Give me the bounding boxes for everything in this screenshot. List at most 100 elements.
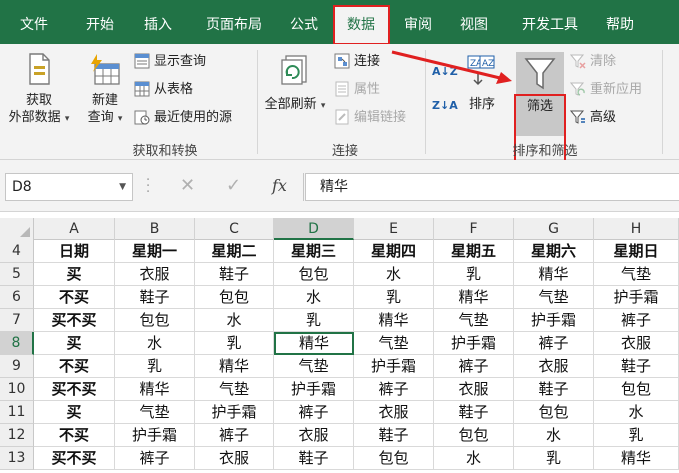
tab-formulas[interactable]: 公式	[282, 12, 326, 38]
column-header-f[interactable]: F	[434, 218, 514, 240]
cell-d7[interactable]: 乳	[274, 309, 354, 332]
row-header-10[interactable]: 10	[0, 378, 34, 401]
advanced-filter-button[interactable]: 高级	[570, 108, 616, 128]
cell-b9[interactable]: 乳	[115, 355, 195, 378]
tab-page-layout[interactable]: 页面布局	[194, 12, 274, 38]
cell-e13[interactable]: 包包	[354, 447, 434, 470]
tab-review[interactable]: 审阅	[396, 12, 440, 38]
cell-e5[interactable]: 水	[354, 263, 434, 286]
cell-a5[interactable]: 买	[34, 263, 115, 286]
cell-a12[interactable]: 不买	[34, 424, 115, 447]
sort-descending-button[interactable]: Z↓A	[432, 96, 458, 116]
cell-d11[interactable]: 裤子	[274, 401, 354, 424]
get-external-data-button[interactable]: 获取 外部数据 ▾	[2, 52, 76, 128]
column-header-c[interactable]: C	[195, 218, 274, 240]
row-header-7[interactable]: 7	[0, 309, 34, 332]
cell-a13[interactable]: 买不买	[34, 447, 115, 470]
cell-f5[interactable]: 乳	[434, 263, 514, 286]
cell-h13[interactable]: 精华	[594, 447, 679, 470]
cell-a10[interactable]: 买不买	[34, 378, 115, 401]
cell-c11[interactable]: 护手霜	[195, 401, 274, 424]
cell-c8[interactable]: 乳	[195, 332, 274, 355]
new-query-button[interactable]: 新建 查询 ▾	[80, 52, 130, 128]
cell-a8[interactable]: 买	[34, 332, 115, 355]
cell-e7[interactable]: 精华	[354, 309, 434, 332]
cell-g9[interactable]: 衣服	[514, 355, 594, 378]
cell-e6[interactable]: 乳	[354, 286, 434, 309]
cell-a6[interactable]: 不买	[34, 286, 115, 309]
cell-c10[interactable]: 气垫	[195, 378, 274, 401]
edit-links-button[interactable]: 编辑链接	[334, 108, 406, 128]
cell-h11[interactable]: 水	[594, 401, 679, 424]
cell-d9[interactable]: 气垫	[274, 355, 354, 378]
cell-b7[interactable]: 包包	[115, 309, 195, 332]
cell-b5[interactable]: 衣服	[115, 263, 195, 286]
cell-d12[interactable]: 衣服	[274, 424, 354, 447]
cell-g4[interactable]: 星期六	[514, 240, 594, 263]
cell-a9[interactable]: 不买	[34, 355, 115, 378]
column-header-a[interactable]: A	[34, 218, 115, 240]
cell-f4[interactable]: 星期五	[434, 240, 514, 263]
row-header-12[interactable]: 12	[0, 424, 34, 447]
cell-e12[interactable]: 鞋子	[354, 424, 434, 447]
column-header-b[interactable]: B	[115, 218, 195, 240]
cell-h5[interactable]: 气垫	[594, 263, 679, 286]
cell-g6[interactable]: 气垫	[514, 286, 594, 309]
tab-view[interactable]: 视图	[452, 12, 496, 38]
row-header-8[interactable]: 8	[0, 332, 34, 355]
tab-developer[interactable]: 开发工具	[510, 12, 590, 38]
reapply-button[interactable]: 重新应用	[570, 80, 642, 100]
cell-f8[interactable]: 护手霜	[434, 332, 514, 355]
cell-h4[interactable]: 星期日	[594, 240, 679, 263]
name-box[interactable]: D8 ▼	[5, 173, 133, 201]
cell-f6[interactable]: 精华	[434, 286, 514, 309]
cell-e9[interactable]: 护手霜	[354, 355, 434, 378]
cell-b6[interactable]: 鞋子	[115, 286, 195, 309]
cell-h9[interactable]: 鞋子	[594, 355, 679, 378]
cell-g5[interactable]: 精华	[514, 263, 594, 286]
column-header-h[interactable]: H	[594, 218, 679, 240]
cell-d4[interactable]: 星期三	[274, 240, 354, 263]
cell-d8[interactable]: 精华	[274, 332, 354, 355]
tab-data[interactable]: 数据	[334, 6, 388, 44]
cell-b12[interactable]: 护手霜	[115, 424, 195, 447]
formula-input[interactable]: 精华	[305, 173, 679, 201]
cell-a7[interactable]: 买不买	[34, 309, 115, 332]
cell-h10[interactable]: 包包	[594, 378, 679, 401]
cell-a11[interactable]: 买	[34, 401, 115, 424]
cell-h7[interactable]: 裤子	[594, 309, 679, 332]
cell-c7[interactable]: 水	[195, 309, 274, 332]
column-header-g[interactable]: G	[514, 218, 594, 240]
cell-c9[interactable]: 精华	[195, 355, 274, 378]
cell-e10[interactable]: 裤子	[354, 378, 434, 401]
cell-g7[interactable]: 护手霜	[514, 309, 594, 332]
filter-button[interactable]: 筛选	[516, 52, 564, 136]
enter-icon[interactable]: ✓	[226, 174, 241, 198]
cell-f9[interactable]: 裤子	[434, 355, 514, 378]
cell-d6[interactable]: 水	[274, 286, 354, 309]
cell-b4[interactable]: 星期一	[115, 240, 195, 263]
column-header-e[interactable]: E	[354, 218, 434, 240]
cancel-icon[interactable]: ✕	[180, 174, 195, 198]
column-header-d[interactable]: D	[274, 218, 354, 240]
cell-f10[interactable]: 衣服	[434, 378, 514, 401]
tab-help[interactable]: 帮助	[598, 12, 642, 38]
show-queries-button[interactable]: 显示查询	[134, 52, 206, 72]
properties-button[interactable]: 属性	[334, 80, 380, 100]
cell-b11[interactable]: 气垫	[115, 401, 195, 424]
cell-d5[interactable]: 包包	[274, 263, 354, 286]
row-header-11[interactable]: 11	[0, 401, 34, 424]
cell-c12[interactable]: 裤子	[195, 424, 274, 447]
sort-ascending-button[interactable]: A↓Z	[432, 62, 458, 82]
cell-g12[interactable]: 水	[514, 424, 594, 447]
cell-c5[interactable]: 鞋子	[195, 263, 274, 286]
connections-button[interactable]: 连接	[334, 52, 380, 72]
select-all-corner[interactable]	[0, 218, 34, 240]
tab-file[interactable]: 文件	[12, 12, 56, 38]
cell-c13[interactable]: 衣服	[195, 447, 274, 470]
cell-h8[interactable]: 衣服	[594, 332, 679, 355]
cell-f13[interactable]: 水	[434, 447, 514, 470]
cell-c6[interactable]: 包包	[195, 286, 274, 309]
row-header-4[interactable]: 4	[0, 240, 34, 263]
cell-d13[interactable]: 鞋子	[274, 447, 354, 470]
